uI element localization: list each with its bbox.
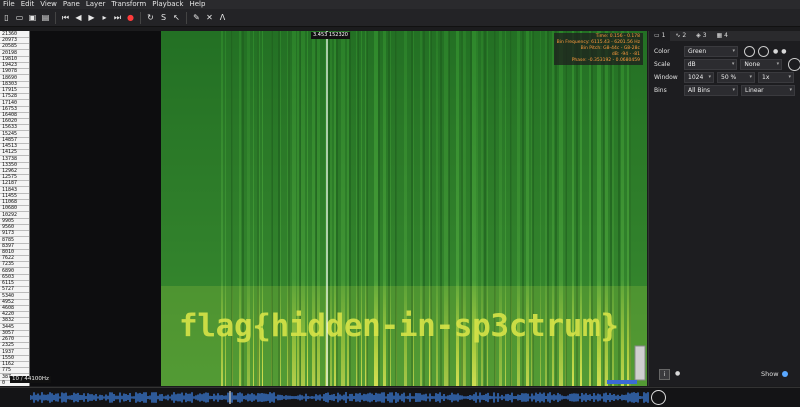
spectrogram-canvas[interactable]: flag{hidden-in-sp3ctrum}: [161, 31, 647, 386]
rewind-start-icon[interactable]: ⏮: [60, 12, 71, 23]
scale-label: Scale: [654, 61, 671, 68]
bins-row: Bins All Bins Linear: [649, 84, 800, 97]
measurement-info-box: Time: 0.156 - 0.178 Bin Frequency: 6115.…: [553, 33, 643, 65]
select-icon[interactable]: S: [158, 12, 169, 23]
new-icon[interactable]: ▯: [1, 12, 12, 23]
invert-dot-icon[interactable]: ●: [781, 48, 786, 55]
ffwd-end-icon[interactable]: ⏭: [112, 12, 123, 23]
save-icon[interactable]: ▣: [27, 12, 38, 23]
layer-info-icon[interactable]: i: [659, 369, 670, 380]
menu-pane[interactable]: Pane: [60, 0, 83, 9]
tab-4[interactable]: ▦ 4: [712, 31, 733, 41]
record-icon[interactable]: ●: [125, 12, 136, 23]
spectrogram-view[interactable]: flag{hidden-in-sp3ctrum} 3.453 152320 Ti…: [161, 31, 647, 386]
toolbar: ▯ ▭ ▣ ▤ ⏮ ◀ ▶ ▸ ⏭ ● ↻ S ↖ ✎ ✕ Λ: [0, 9, 800, 27]
properties-panel: ▭ 1 ∿ 2 ◈ 3 ▦ 4 Color Green ● ● Scale dB…: [648, 31, 800, 386]
rewind-icon[interactable]: ◀: [73, 12, 84, 23]
tab-3[interactable]: ◈ 3: [691, 31, 711, 41]
window-size-select[interactable]: 1024: [684, 72, 714, 83]
color-label: Color: [654, 48, 670, 55]
color-select[interactable]: Green: [684, 46, 738, 57]
menu-file[interactable]: File: [0, 0, 18, 9]
loop-icon[interactable]: ↻: [145, 12, 156, 23]
draw-icon[interactable]: ✎: [191, 12, 202, 23]
window-label: Window: [654, 74, 678, 81]
window-oversample-select[interactable]: 1x: [758, 72, 794, 83]
gain-knob[interactable]: [788, 58, 800, 71]
play-pause-icon[interactable]: ▶: [86, 12, 97, 23]
color-gain-knob[interactable]: [758, 46, 769, 57]
cursor-position-label: 3.453 152320: [311, 32, 350, 39]
speed-knob[interactable]: [651, 390, 666, 405]
save-as-icon[interactable]: ▤: [40, 12, 51, 23]
scale-select[interactable]: dB: [683, 59, 738, 70]
menu-transform[interactable]: Transform: [108, 0, 149, 9]
level-meter: [607, 380, 637, 384]
menu-view[interactable]: View: [37, 0, 60, 9]
frequency-ruler: 21360 20973 20585 20198 19810 19423 19078 18690…: [0, 31, 30, 386]
sample-rate-label: 10 / 44100Hz: [10, 376, 51, 383]
menu-layer[interactable]: Layer: [83, 0, 109, 9]
menu-edit[interactable]: Edit: [18, 0, 38, 9]
tab-1[interactable]: ▭ 1: [649, 31, 671, 41]
color-rotation-knob[interactable]: [744, 46, 755, 57]
toolbar-separator: [186, 11, 187, 24]
scale-row: Scale dB None: [649, 58, 800, 71]
play-dot-icon[interactable]: ●: [675, 370, 680, 377]
empty-pane-area: [30, 31, 161, 386]
normalize-dot-icon[interactable]: ●: [773, 48, 778, 55]
erase-icon[interactable]: ✕: [204, 12, 215, 23]
open-icon[interactable]: ▭: [14, 12, 25, 23]
menu-bar: File Edit View Pane Layer Transform Playback He…: [0, 0, 800, 9]
window-overlap-select[interactable]: 50 %: [717, 72, 755, 83]
bins-select[interactable]: All Bins: [684, 85, 738, 96]
hidden-flag-text: flag{hidden-in-sp3ctrum}: [179, 308, 619, 344]
menu-playback[interactable]: Playback: [149, 0, 186, 9]
window-row: Window 1024 50 % 1x: [649, 71, 800, 84]
menu-help[interactable]: Help: [186, 0, 208, 9]
measure-icon[interactable]: Λ: [217, 12, 228, 23]
overview-waveform-bar: [0, 387, 800, 407]
normalization-select[interactable]: None: [740, 59, 783, 70]
bins-scale-select[interactable]: Linear: [741, 85, 795, 96]
show-toggle[interactable]: [782, 371, 788, 377]
overview-waveform[interactable]: [30, 391, 650, 404]
fast-forward-icon[interactable]: ▸: [99, 12, 110, 23]
show-label: Show: [761, 370, 779, 378]
info-phase: Phase: -0.353192 - 0.0680459: [571, 58, 640, 63]
bins-label: Bins: [654, 87, 667, 94]
toolbar-separator: [55, 11, 56, 24]
toolbar-separator: [140, 11, 141, 24]
color-row: Color Green ● ●: [649, 45, 800, 58]
tab-2[interactable]: ∿ 2: [670, 31, 691, 41]
navigate-icon[interactable]: ↖: [171, 12, 182, 23]
panel-tabs: ▭ 1 ∿ 2 ◈ 3 ▦ 4: [649, 31, 800, 41]
zoom-thumbwheel[interactable]: [634, 345, 646, 381]
